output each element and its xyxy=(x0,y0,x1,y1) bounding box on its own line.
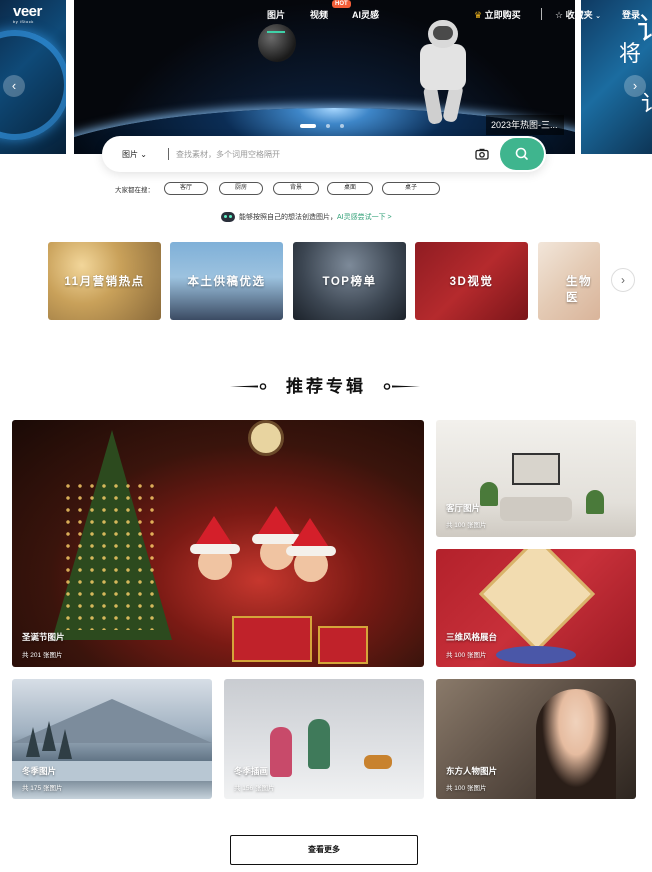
pine-tree-graphic xyxy=(26,727,40,757)
search-type-select[interactable]: 图片 ⌄ xyxy=(122,149,147,160)
camera-search-icon[interactable] xyxy=(475,148,489,160)
category-label: 本土供稿优选 xyxy=(187,276,266,288)
album-name: 圣诞节图片 xyxy=(22,632,65,642)
buy-now-label: 立即购买 xyxy=(484,10,521,20)
nav-link-videos[interactable]: 视频 xyxy=(310,8,328,21)
dog-graphic xyxy=(364,755,392,769)
album-count: 共 175 张图片 xyxy=(22,785,63,792)
hot-search-label: 大家都在搜： xyxy=(115,187,154,194)
santa-hat-rim xyxy=(286,546,336,556)
ai-promo-banner[interactable]: 能够按照自己的想法创造图片，AI灵感尝试一下 > xyxy=(221,212,392,223)
pedestal-graphic xyxy=(496,646,576,664)
search-icon xyxy=(515,147,528,160)
buy-now-link[interactable]: ♛ 立即购买 xyxy=(474,8,521,21)
category-tile-3d-visual[interactable]: 3D视觉 xyxy=(415,242,528,320)
carousel-prev-button[interactable]: ‹ xyxy=(3,75,25,97)
nav-divider xyxy=(541,8,542,20)
star-icon: ☆ xyxy=(555,10,564,20)
section-title-recommended-albums: 推荐专辑 xyxy=(286,377,366,396)
astronaut-graphic xyxy=(414,20,474,125)
album-name: 三维风格展台 xyxy=(446,632,498,642)
title-decoration-right xyxy=(383,383,420,390)
search-type-label: 图片 xyxy=(122,150,138,159)
slide-caption[interactable]: 2023年热图-三... xyxy=(486,115,564,135)
category-label: 3D视觉 xyxy=(449,276,494,288)
album-card-living-room[interactable]: 客厅图片 共 100 张图片 xyxy=(436,420,636,537)
top-nav: veer by iStock 图片 视频 HOT AI灵感 ♛ 立即购买 ☆ 收… xyxy=(0,0,652,33)
pine-tree-graphic xyxy=(42,721,56,751)
santa-hat-rim xyxy=(190,544,240,554)
carousel-dot[interactable] xyxy=(340,124,344,128)
album-count: 共 100 张图片 xyxy=(446,652,487,659)
favorites-label: 收藏夹 xyxy=(565,10,593,20)
album-count: 共 100 张图片 xyxy=(446,785,487,792)
category-label: TOP榜单 xyxy=(322,276,377,288)
album-card-christmas[interactable]: 圣诞节图片 共 201 张图片 xyxy=(12,420,424,667)
album-card-winter-illustration[interactable]: 冬季插画 共 156 张图片 xyxy=(224,679,424,799)
album-name: 冬季插画 xyxy=(234,766,269,776)
hot-search-tag[interactable]: 桌子 xyxy=(382,182,440,195)
album-name: 冬季图片 xyxy=(22,766,57,776)
carousel-dot[interactable] xyxy=(300,124,316,128)
hot-search-tag[interactable]: 厨房 xyxy=(219,182,263,195)
search-divider xyxy=(168,148,169,160)
sofa-graphic xyxy=(500,497,572,521)
search-submit-button[interactable] xyxy=(500,138,544,170)
boy-figure-graphic xyxy=(308,719,330,769)
slide-text-char: 将 xyxy=(619,42,642,67)
hot-search-tag[interactable]: 背景 xyxy=(273,182,319,195)
album-count: 共 100 张图片 xyxy=(446,522,487,529)
ai-promo-link[interactable]: AI灵感尝试一下 > xyxy=(337,214,392,221)
album-card-winter[interactable]: 冬季图片 共 175 张图片 xyxy=(12,679,212,799)
chevron-right-icon: › xyxy=(621,273,625,287)
album-name: 客厅图片 xyxy=(446,503,481,513)
wall-frame-graphic xyxy=(512,453,560,485)
search-bar: 图片 ⌄ xyxy=(102,136,546,172)
chevron-down-icon: ⌄ xyxy=(140,150,147,159)
category-tile-top-list[interactable]: TOP榜单 xyxy=(293,242,406,320)
robot-icon xyxy=(221,212,235,223)
ai-promo-text: 能够按照自己的想法创造图片， xyxy=(239,214,337,221)
album-card-asian-portraits[interactable]: 东方人物图片 共 100 张图片 xyxy=(436,679,636,799)
carousel-dots xyxy=(300,124,344,128)
tree-lights-graphic xyxy=(62,480,162,630)
plant-graphic xyxy=(480,482,498,506)
album-name: 东方人物图片 xyxy=(446,766,498,776)
nav-link-ai-inspiration[interactable]: AI灵感 xyxy=(352,8,379,21)
album-card-3d-stage[interactable]: 三维风格展台 共 100 张图片 xyxy=(436,549,636,667)
gift-box-graphic xyxy=(232,616,312,662)
logo-text: veer xyxy=(13,3,42,20)
album-count: 共 201 张图片 xyxy=(22,652,63,659)
hot-badge: HOT xyxy=(332,0,351,8)
login-link[interactable]: 登录 xyxy=(622,8,640,21)
chevron-left-icon: ‹ xyxy=(11,78,17,93)
category-label: 11月营销热点 xyxy=(64,276,145,288)
hot-search-tag[interactable]: 桌面 xyxy=(327,182,373,195)
chevron-down-icon: ⌄ xyxy=(595,13,601,20)
view-more-button[interactable]: 查看更多 xyxy=(230,835,418,865)
nav-link-images[interactable]: 图片 xyxy=(267,8,286,33)
album-count: 共 156 张图片 xyxy=(234,785,275,792)
search-input[interactable] xyxy=(176,145,456,163)
chevron-right-icon: › xyxy=(632,78,638,93)
category-next-button[interactable]: › xyxy=(611,268,635,292)
category-tile-biomedical[interactable]: 生物医 xyxy=(538,242,600,320)
veer-logo[interactable]: veer by iStock xyxy=(13,3,42,24)
category-tile-local-contributors[interactable]: 本土供稿优选 xyxy=(170,242,283,320)
carousel-dot[interactable] xyxy=(326,124,330,128)
favorites-menu[interactable]: ☆ 收藏夹 ⌄ xyxy=(555,8,601,21)
clock-graphic xyxy=(248,420,284,456)
girl-figure-graphic xyxy=(270,727,292,777)
gift-box-graphic xyxy=(318,626,368,664)
carousel-next-button[interactable]: › xyxy=(624,75,646,97)
category-label: 生物医 xyxy=(566,276,592,304)
pine-tree-graphic xyxy=(58,729,72,759)
hot-search-tag[interactable]: 客厅 xyxy=(164,182,208,195)
portrait-graphic xyxy=(536,689,616,799)
plant-graphic xyxy=(586,490,604,514)
category-tile-november-marketing[interactable]: 11月营销热点 xyxy=(48,242,161,320)
crown-icon: ♛ xyxy=(474,10,483,20)
